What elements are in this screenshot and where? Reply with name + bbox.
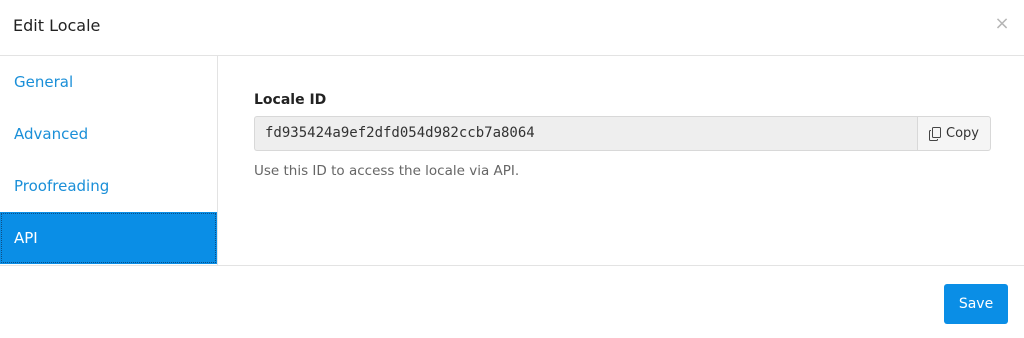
locale-id-field[interactable]: fd935424a9ef2dfd054d982ccb7a8064: [254, 116, 917, 151]
locale-id-label: Locale ID: [254, 92, 327, 108]
copy-button-label: Copy: [946, 126, 979, 141]
edit-locale-dialog: Edit Locale × General Advanced Proofread…: [0, 0, 1024, 338]
dialog-header: Edit Locale ×: [0, 0, 1024, 56]
locale-id-help-text: Use this ID to access the locale via API…: [254, 163, 520, 179]
save-button[interactable]: Save: [944, 284, 1008, 324]
copy-icon: [929, 126, 941, 141]
copy-button[interactable]: Copy: [917, 116, 991, 151]
sidebar-item-general[interactable]: General: [0, 56, 217, 108]
sidebar-item-proofreading[interactable]: Proofreading: [0, 160, 217, 212]
sidebar-nav: General Advanced Proofreading API: [0, 56, 218, 265]
sidebar-item-api[interactable]: API: [0, 212, 217, 264]
api-panel: Locale ID fd935424a9ef2dfd054d982ccb7a80…: [219, 56, 1024, 265]
dialog-title: Edit Locale: [13, 16, 101, 35]
locale-id-group: fd935424a9ef2dfd054d982ccb7a8064 Copy: [254, 116, 991, 151]
sidebar-item-advanced[interactable]: Advanced: [0, 108, 217, 160]
dialog-footer: Save: [0, 265, 1024, 338]
close-icon[interactable]: ×: [994, 14, 1010, 34]
